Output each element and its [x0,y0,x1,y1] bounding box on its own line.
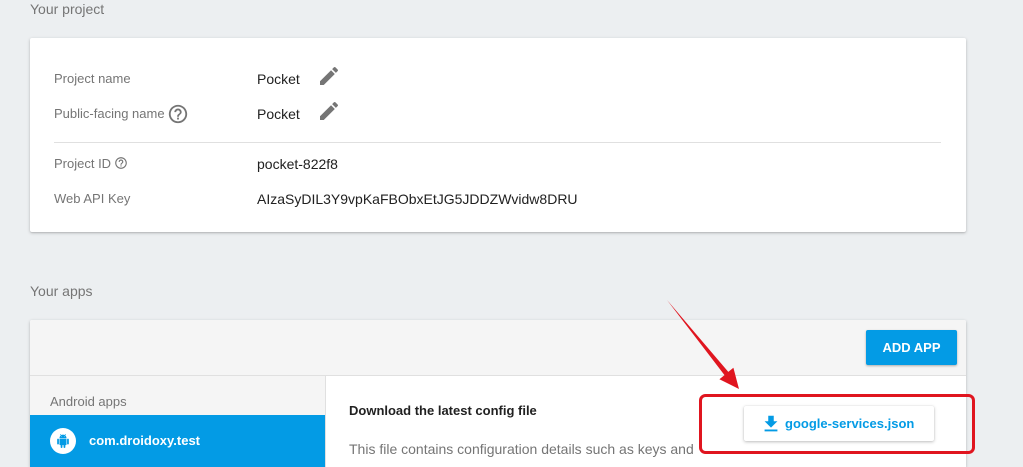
apps-sidebar: Android apps com.droidoxy.test [30,376,326,467]
app-config-panel: Download the latest config file This fil… [326,376,966,467]
project-name-label: Project name [54,71,131,86]
your-apps-heading: Your apps [30,283,93,299]
project-card: Project name Pocket Public-facing name P… [30,38,966,232]
public-facing-name-value: Pocket [257,106,300,122]
add-app-button[interactable]: ADD APP [866,330,957,365]
config-description: This file contains configuration details… [349,441,694,457]
edit-icon [320,101,339,120]
web-api-key-label: Web API Key [54,191,131,206]
android-icon [57,434,69,448]
project-settings-page: Your project Project name Pocket Public-… [0,0,1023,467]
app-avatar [50,428,76,454]
project-id-label: Project ID [54,156,112,171]
project-id-value: pocket-822f8 [257,156,338,172]
apps-header-bar: ADD APP [30,320,966,376]
config-title: Download the latest config file [349,403,537,418]
edit-icon [320,66,339,85]
project-name-value: Pocket [257,71,300,87]
download-icon [764,415,778,432]
download-config-label: google-services.json [785,416,915,431]
sidebar-item-label: com.droidoxy.test [89,433,201,448]
divider [54,142,941,143]
public-facing-name-label: Public-facing name [54,106,165,121]
edit-public-facing-name-button[interactable] [317,99,341,123]
your-project-heading: Your project [30,1,105,17]
help-icon[interactable] [114,156,128,170]
android-apps-group-label: Android apps [50,394,127,409]
web-api-key-value: AIzaSyDIL3Y9vpKaFBObxEtJG5JDDZWvidw8DRU [257,191,578,207]
apps-card: ADD APP Android apps com.droidoxy.test D… [30,320,966,467]
download-config-button[interactable]: google-services.json [744,406,934,441]
help-icon[interactable] [167,103,189,125]
edit-project-name-button[interactable] [317,64,341,88]
sidebar-item-com-droidoxy-test[interactable]: com.droidoxy.test [30,415,325,467]
